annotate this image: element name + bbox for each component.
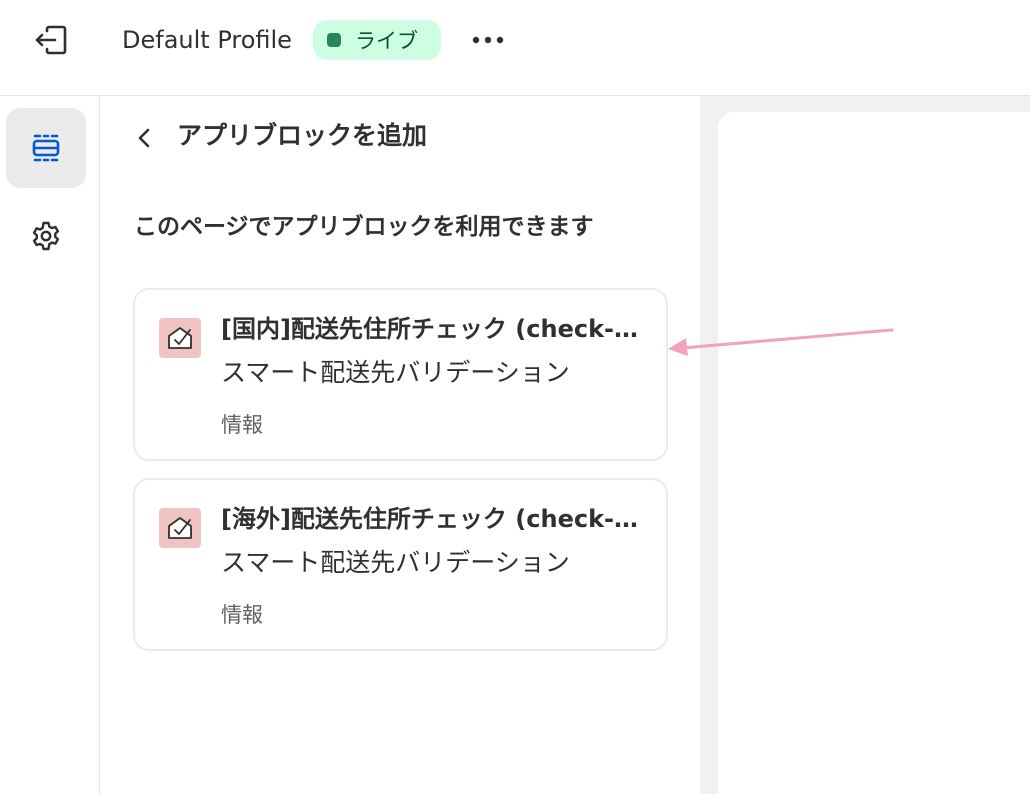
status-label: ライブ	[355, 29, 418, 53]
sections-icon	[32, 134, 60, 162]
app-icon	[159, 508, 201, 548]
exit-icon	[35, 25, 67, 55]
app-block-title: [海外]配送先住所チェック (check-address)	[221, 505, 653, 533]
status-dot	[327, 33, 341, 47]
app-block-subtitle: スマート配送先バリデーション	[221, 358, 570, 387]
section-heading: このページでアプリブロックを利用できます	[134, 214, 594, 240]
app-block-card[interactable]: [海外]配送先住所チェック (check-address) スマート配送先バリデ…	[133, 478, 668, 651]
profile-name: Default Profile	[122, 26, 292, 54]
exit-button[interactable]	[26, 20, 74, 60]
app-block-tag: 情報	[221, 413, 263, 437]
gear-icon	[32, 221, 60, 251]
address-check-icon	[168, 517, 192, 539]
app-icon	[159, 318, 201, 358]
app-block-title: [国内]配送先住所チェック (check-address)	[221, 315, 653, 343]
address-check-icon	[168, 327, 192, 349]
app-block-tag: 情報	[221, 603, 263, 627]
side-rail	[0, 96, 100, 794]
status-badge: ライブ	[313, 20, 441, 60]
annotation-arrow	[668, 328, 894, 356]
top-bar: Default Profile ライブ	[0, 0, 1030, 96]
rail-item-settings[interactable]	[6, 196, 86, 276]
more-actions-button[interactable]	[468, 20, 508, 60]
back-button[interactable]	[130, 120, 158, 156]
more-horizontal-icon	[472, 36, 504, 44]
app-block-subtitle: スマート配送先バリデーション	[221, 548, 570, 577]
app-block-card[interactable]: [国内]配送先住所チェック (check-address) スマート配送先バリデ…	[133, 288, 668, 461]
chevron-left-icon	[138, 128, 150, 148]
page-title: アプリブロックを追加	[177, 121, 428, 150]
add-app-block-panel: アプリブロックを追加 このページでアプリブロックを利用できます [国内]配送先住…	[100, 96, 700, 794]
preview-frame[interactable]	[718, 112, 1030, 794]
rail-item-sections[interactable]	[6, 108, 86, 188]
